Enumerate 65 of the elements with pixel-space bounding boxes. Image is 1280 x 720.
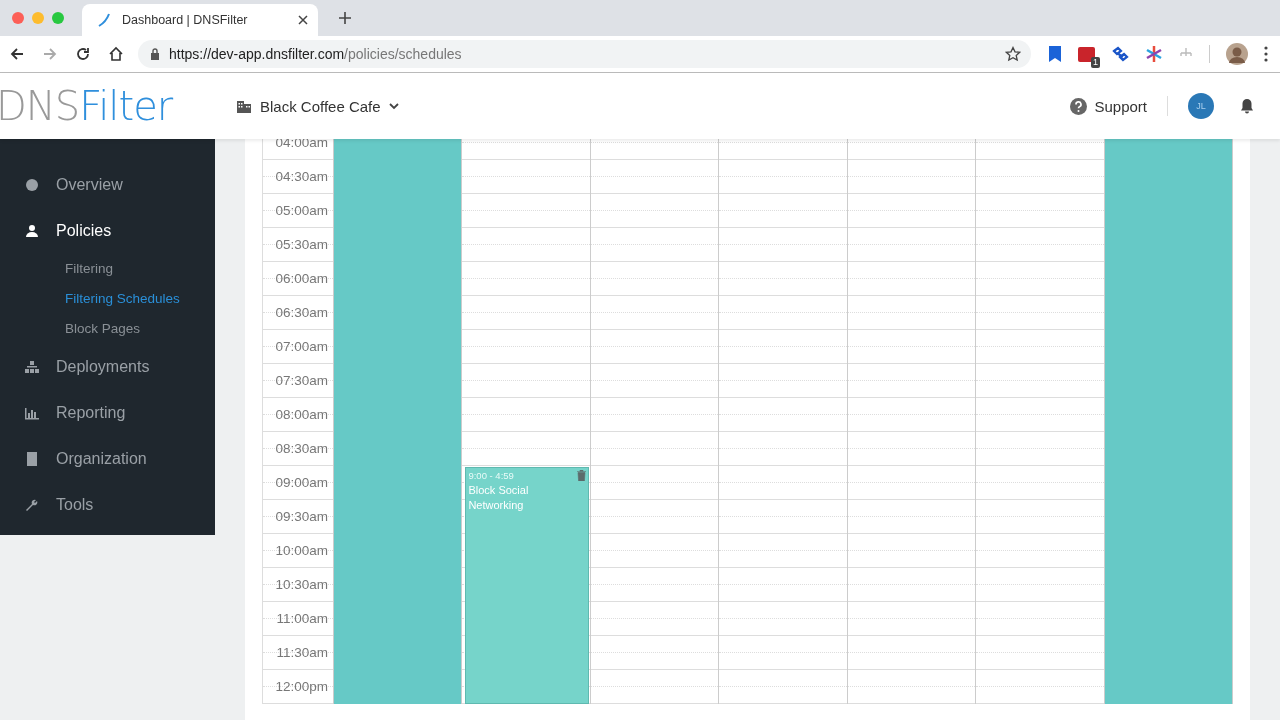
wrench-icon [25,498,39,512]
nav-item[interactable]: Policies [0,208,215,254]
forward-icon[interactable] [42,46,58,62]
nav-item[interactable]: Overview [0,162,215,208]
maximize-window-button[interactable] [52,12,64,24]
time-label: 07:00am [275,339,328,354]
time-label: 07:30am [275,373,328,388]
time-label: 11:00am [276,611,328,626]
link-icon[interactable] [1111,45,1129,63]
new-tab-icon[interactable] [338,11,352,25]
event-title: Block Social Networking [468,483,530,513]
close-window-button[interactable] [12,12,24,24]
asterisk-icon[interactable] [1145,45,1163,63]
nav-item[interactable]: Organization [0,436,215,482]
logo[interactable]: DNSFilter [0,83,236,129]
organization-dropdown[interactable]: Black Coffee Cafe [236,97,399,115]
swoosh-icon [96,12,112,28]
time-label: 08:30am [275,441,328,456]
event-time: 9:00 - 4:59 [468,470,514,481]
tab-title: Dashboard | DNSFilter [122,13,249,27]
browser-tab[interactable]: Dashboard | DNSFilter [82,4,318,36]
globe-icon [25,178,39,192]
nav-item[interactable]: Deployments [0,344,215,390]
time-label: 10:30am [275,577,328,592]
url-text: https://dev-app.dnsfilter.com/policies/schedules [169,46,463,62]
subnav-item[interactable]: Filtering Schedules [0,284,215,314]
help-icon [1070,97,1088,115]
time-label: 09:30am [275,509,328,524]
time-label: 05:00am [275,203,328,218]
time-label: 05:30am [275,237,328,252]
home-icon[interactable] [108,46,124,62]
subnav-item[interactable]: Block Pages [0,314,215,344]
extension-icon[interactable] [1078,46,1095,62]
lock-icon [150,48,160,60]
nav-item[interactable]: Reporting [0,390,215,436]
time-label: 09:00am [275,475,328,490]
building-icon [25,452,39,466]
profile-avatar[interactable] [1226,43,1248,65]
time-label: 06:30am [275,305,328,320]
close-icon[interactable] [298,15,308,25]
building-icon [236,98,252,114]
chart-icon [25,406,39,420]
notifications-icon[interactable] [1240,98,1254,114]
sitemap-icon [25,360,39,374]
time-label: 12:00pm [275,679,328,694]
menu-icon[interactable] [1264,46,1268,62]
time-label: 10:00am [275,543,328,558]
nav-item[interactable]: Tools [0,482,215,528]
chevron-down-icon [388,102,399,110]
bookmark-icon[interactable] [1048,45,1062,63]
time-label: 08:00am [275,407,328,422]
star-icon[interactable] [1005,46,1021,62]
address-field[interactable]: https://dev-app.dnsfilter.com/policies/schedules [138,40,1031,68]
minimize-window-button[interactable] [32,12,44,24]
time-label: 11:30am [276,645,328,660]
trash-icon[interactable] [576,470,586,481]
reload-icon[interactable] [75,46,91,62]
extension-badge: 1 [1091,56,1100,68]
user-icon [25,224,39,238]
subnav-item[interactable]: Filtering [0,254,215,284]
time-label: 04:30am [275,169,328,184]
time-label: 06:00am [275,271,328,286]
user-avatar[interactable]: JL [1188,93,1214,119]
back-icon[interactable] [9,46,25,62]
support-link[interactable]: Support [1070,97,1147,115]
